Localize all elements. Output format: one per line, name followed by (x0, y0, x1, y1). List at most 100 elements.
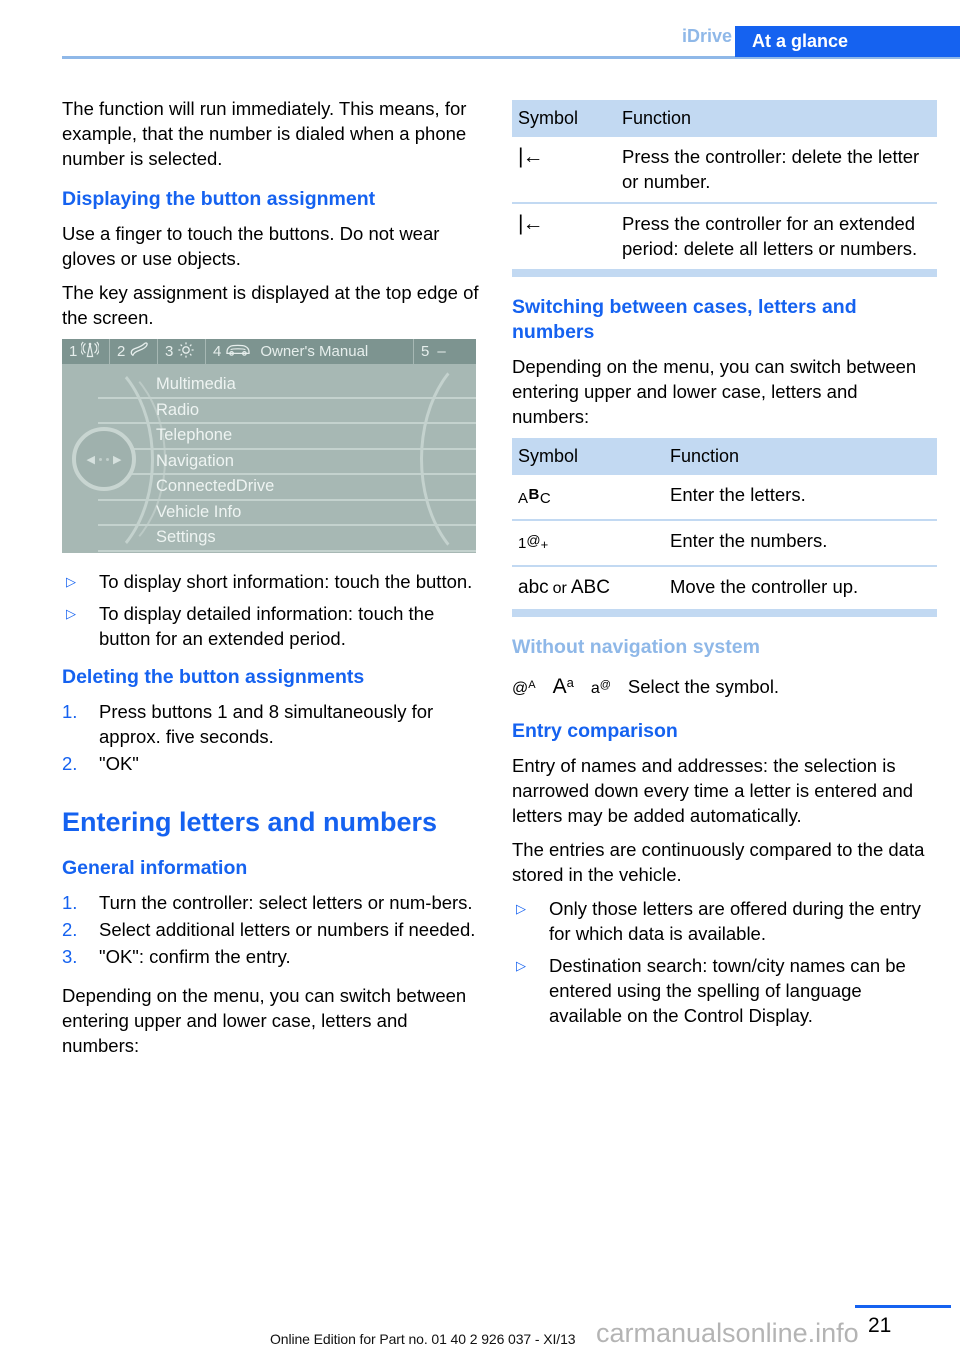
topbar-button-2[interactable]: 2 (110, 339, 158, 364)
step-label: "OK": confirm the entry. (99, 946, 291, 967)
paragraph-entry-of-names: Entry of names and addresses: the select… (512, 755, 914, 826)
step-number: 2. (62, 753, 78, 774)
knob-dot (106, 457, 109, 461)
table-header-row: Symbol Function (512, 100, 937, 137)
edition-note: Online Edition for Part no. 01 40 2 926 … (270, 1331, 576, 1347)
breadcrumb-section[interactable]: iDrive (682, 26, 732, 47)
paragraph-depending-on-menu-right: Depending on the menu, you can switch be… (512, 356, 917, 427)
table-footer-rule (512, 609, 937, 617)
step-label: "OK" (99, 753, 139, 774)
menu-item-telephone[interactable]: Telephone (98, 424, 476, 450)
topbar-button-1[interactable]: 1 (62, 339, 110, 364)
left-column: The function will run immediately. This … (62, 96, 487, 1074)
intro-paragraph: The function will run immediately. This … (62, 98, 467, 169)
table-footer-rule (512, 269, 937, 277)
nav-symbols-line: @A Aa a@ Select the symbol. (512, 669, 937, 703)
backspace-icon: |← (512, 137, 616, 204)
bullet-list-entry-comparison: ▷ Only those letters are offered during … (512, 896, 937, 1028)
menu-item-multimedia[interactable]: Multimedia (98, 373, 476, 399)
topbar-button-5-dash: – (437, 343, 446, 360)
step-label: Select additional letters or numbers if … (99, 919, 476, 940)
paragraph-entries-compared: The entries are continuously compared to… (512, 839, 925, 885)
step-label: Press buttons 1 and 8 simultaneously for… (99, 701, 434, 747)
menu-item-connecteddrive[interactable]: ConnectedDrive (98, 475, 476, 501)
abc-letters-icon: ABC (512, 475, 664, 521)
column-header-function: Function (616, 100, 937, 137)
at-upper-a-icon: @A (512, 679, 536, 697)
table-cell-function: Enter the letters. (664, 475, 937, 521)
paragraph-depending-on-menu-left: Depending on the menu, you can switch be… (62, 985, 467, 1056)
menu-item-vehicle-info[interactable]: Vehicle Info (98, 501, 476, 526)
table-cell-function: Move the controller up. (670, 576, 859, 597)
gear-icon (177, 341, 195, 363)
controller-knob-icon[interactable]: ◀ ▶ (72, 427, 136, 491)
table-delete-symbols: Symbol Function |← Press the controller:… (512, 100, 937, 277)
heading-general-information: General information (62, 857, 248, 879)
upper-a-lower-a-icon: Aa (552, 675, 574, 698)
step-number: 2. (62, 919, 78, 940)
topbar-button-5-number: 5 (421, 343, 430, 360)
page-header: iDrive At a glance (0, 0, 960, 62)
car-icon (225, 342, 251, 361)
topbar-button-5[interactable]: 5 – (414, 339, 476, 364)
topbar-button-1-number: 1 (69, 343, 78, 360)
topbar-button-4[interactable]: 4 Owner's Manual (206, 339, 414, 364)
knob-left-arrow-icon: ◀ (86, 453, 95, 466)
list-item: ▷ To display short information: touch th… (62, 569, 487, 594)
list-item: 3. "OK": confirm the entry. (62, 944, 487, 969)
column-header-symbol: Symbol (512, 438, 664, 475)
step-number: 3. (62, 946, 78, 967)
breadcrumb-chapter-tab[interactable]: At a glance (735, 26, 960, 57)
topbar-button-3-number: 3 (165, 343, 174, 360)
right-column: Symbol Function |← Press the controller:… (512, 96, 937, 1042)
numbers-icon: 1@+ (512, 520, 664, 567)
paragraph-touch-buttons: Use a finger to touch the buttons. Do no… (62, 223, 440, 269)
backspace-glyph: |← (518, 145, 543, 168)
triangle-bullet-icon: ▷ (66, 606, 76, 621)
page-number-rule (855, 1305, 951, 1308)
knob-right-arrow-icon: ▶ (113, 453, 122, 466)
paragraph-key-assignment: The key assignment is displayed at the t… (62, 282, 479, 328)
uppercase-glyph: ABC (570, 577, 610, 598)
list-item-label: Destination search: town/city names can … (549, 955, 906, 1026)
triangle-bullet-icon: ▷ (516, 958, 526, 973)
column-header-symbol: Symbol (512, 100, 616, 137)
menu-item-settings[interactable]: Settings (98, 526, 476, 552)
step-number: 1. (62, 701, 78, 722)
table-row: abc or ABC Move the controller up. (512, 566, 937, 609)
table-cell-function: Press the controller: delete the letter … (616, 137, 937, 204)
step-number: 1. (62, 892, 78, 913)
table-row: |← Press the controller: delete the lett… (512, 137, 937, 204)
table-footer-cell (512, 269, 937, 277)
backspace-icon: |← (512, 203, 616, 269)
topbar-button-4-number: 4 (213, 343, 222, 360)
table-cell-function: Enter the numbers. (664, 520, 937, 567)
case-switch-icon: abc or ABC (512, 566, 664, 609)
triangle-bullet-icon: ▷ (66, 574, 76, 589)
table-row: |← Press the controller for an extended … (512, 203, 937, 269)
list-item: ▷ Destination search: town/city names ca… (512, 953, 937, 1028)
nav-symbols-instruction: Select the symbol. (627, 676, 780, 697)
table-header-row: Symbol Function (512, 438, 937, 475)
abc-letters-glyph: ABC (518, 486, 552, 507)
bullet-list-display-info: ▷ To display short information: touch th… (62, 569, 487, 651)
topbar-button-3[interactable]: 3 (158, 339, 206, 364)
breadcrumb-chapter-label: At a glance (752, 31, 849, 51)
antenna-icon (80, 341, 101, 362)
table-footer-cell (512, 609, 937, 617)
menu-item-navigation[interactable]: Navigation (98, 450, 476, 475)
triangle-bullet-icon: ▷ (516, 901, 526, 916)
list-item: 2. Select additional letters or numbers … (62, 917, 487, 942)
table-row: ABC Enter the letters. (512, 475, 937, 521)
list-item-label: To display detailed information: touch t… (99, 603, 435, 649)
or-label: or (552, 580, 567, 597)
menu-item-radio[interactable]: Radio (98, 399, 476, 424)
page-number: 21 (868, 1314, 892, 1337)
steps-general-information: 1. Turn the controller: select letters o… (62, 890, 487, 969)
list-item-label: To display short information: touch the … (99, 571, 473, 592)
numbers-glyph: 1@+ (518, 532, 549, 552)
steps-deleting: 1. Press buttons 1 and 8 simultaneously … (62, 699, 487, 776)
heading-without-navigation-system: Without navigation system (512, 636, 760, 658)
telephone-handset-icon (129, 341, 149, 362)
table-cell-function: Press the controller for an extended per… (622, 213, 918, 259)
